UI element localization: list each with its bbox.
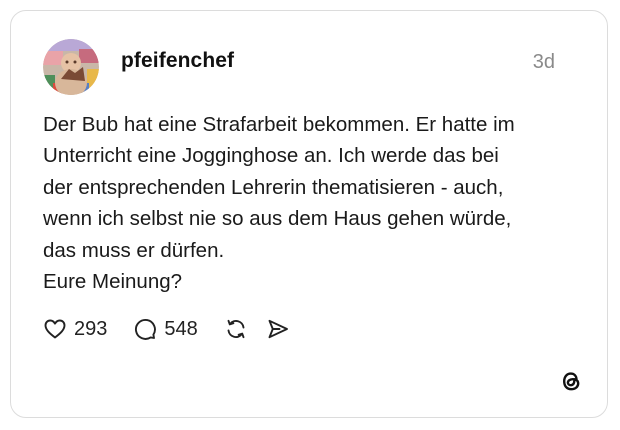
reply-count: 548 (164, 317, 198, 340)
post-body: Der Bub hat eine Strafarbeit bekommen. E… (43, 109, 583, 297)
post-text-line: Der Bub hat eine Strafarbeit bekommen. E… (43, 113, 515, 136)
heart-icon (44, 319, 66, 339)
like-count: 293 (74, 317, 108, 340)
post-text-line: wenn ich selbst nie so aus dem Haus gehe… (43, 207, 512, 231)
reply-button[interactable]: 548 (133, 317, 198, 341)
post-text-line: der entsprechenden Lehrerin thematisiere… (43, 175, 504, 199)
repost-icon (227, 319, 245, 339)
post-timestamp: 3d (532, 51, 555, 73)
repost-button[interactable] (224, 317, 248, 341)
avatar[interactable] (43, 39, 99, 95)
post-actions: 293 548 (43, 314, 290, 344)
post-text-line: Eure Meinung? (43, 270, 183, 294)
send-icon (268, 319, 288, 339)
username[interactable]: pfeifenchef (121, 49, 234, 73)
share-button[interactable] (266, 317, 290, 341)
post-text-line: das muss er dürfen. (43, 238, 225, 262)
post-text-line: Unterricht eine Jogginghose an. Ich werd… (43, 144, 499, 168)
threads-logo-icon (557, 367, 585, 395)
post-card: pfeifenchef 3d Der Bub hat eine Strafarb… (10, 10, 608, 418)
speech-bubble-icon (135, 318, 157, 340)
avatar-image (43, 39, 99, 95)
like-button[interactable]: 293 (43, 317, 107, 341)
